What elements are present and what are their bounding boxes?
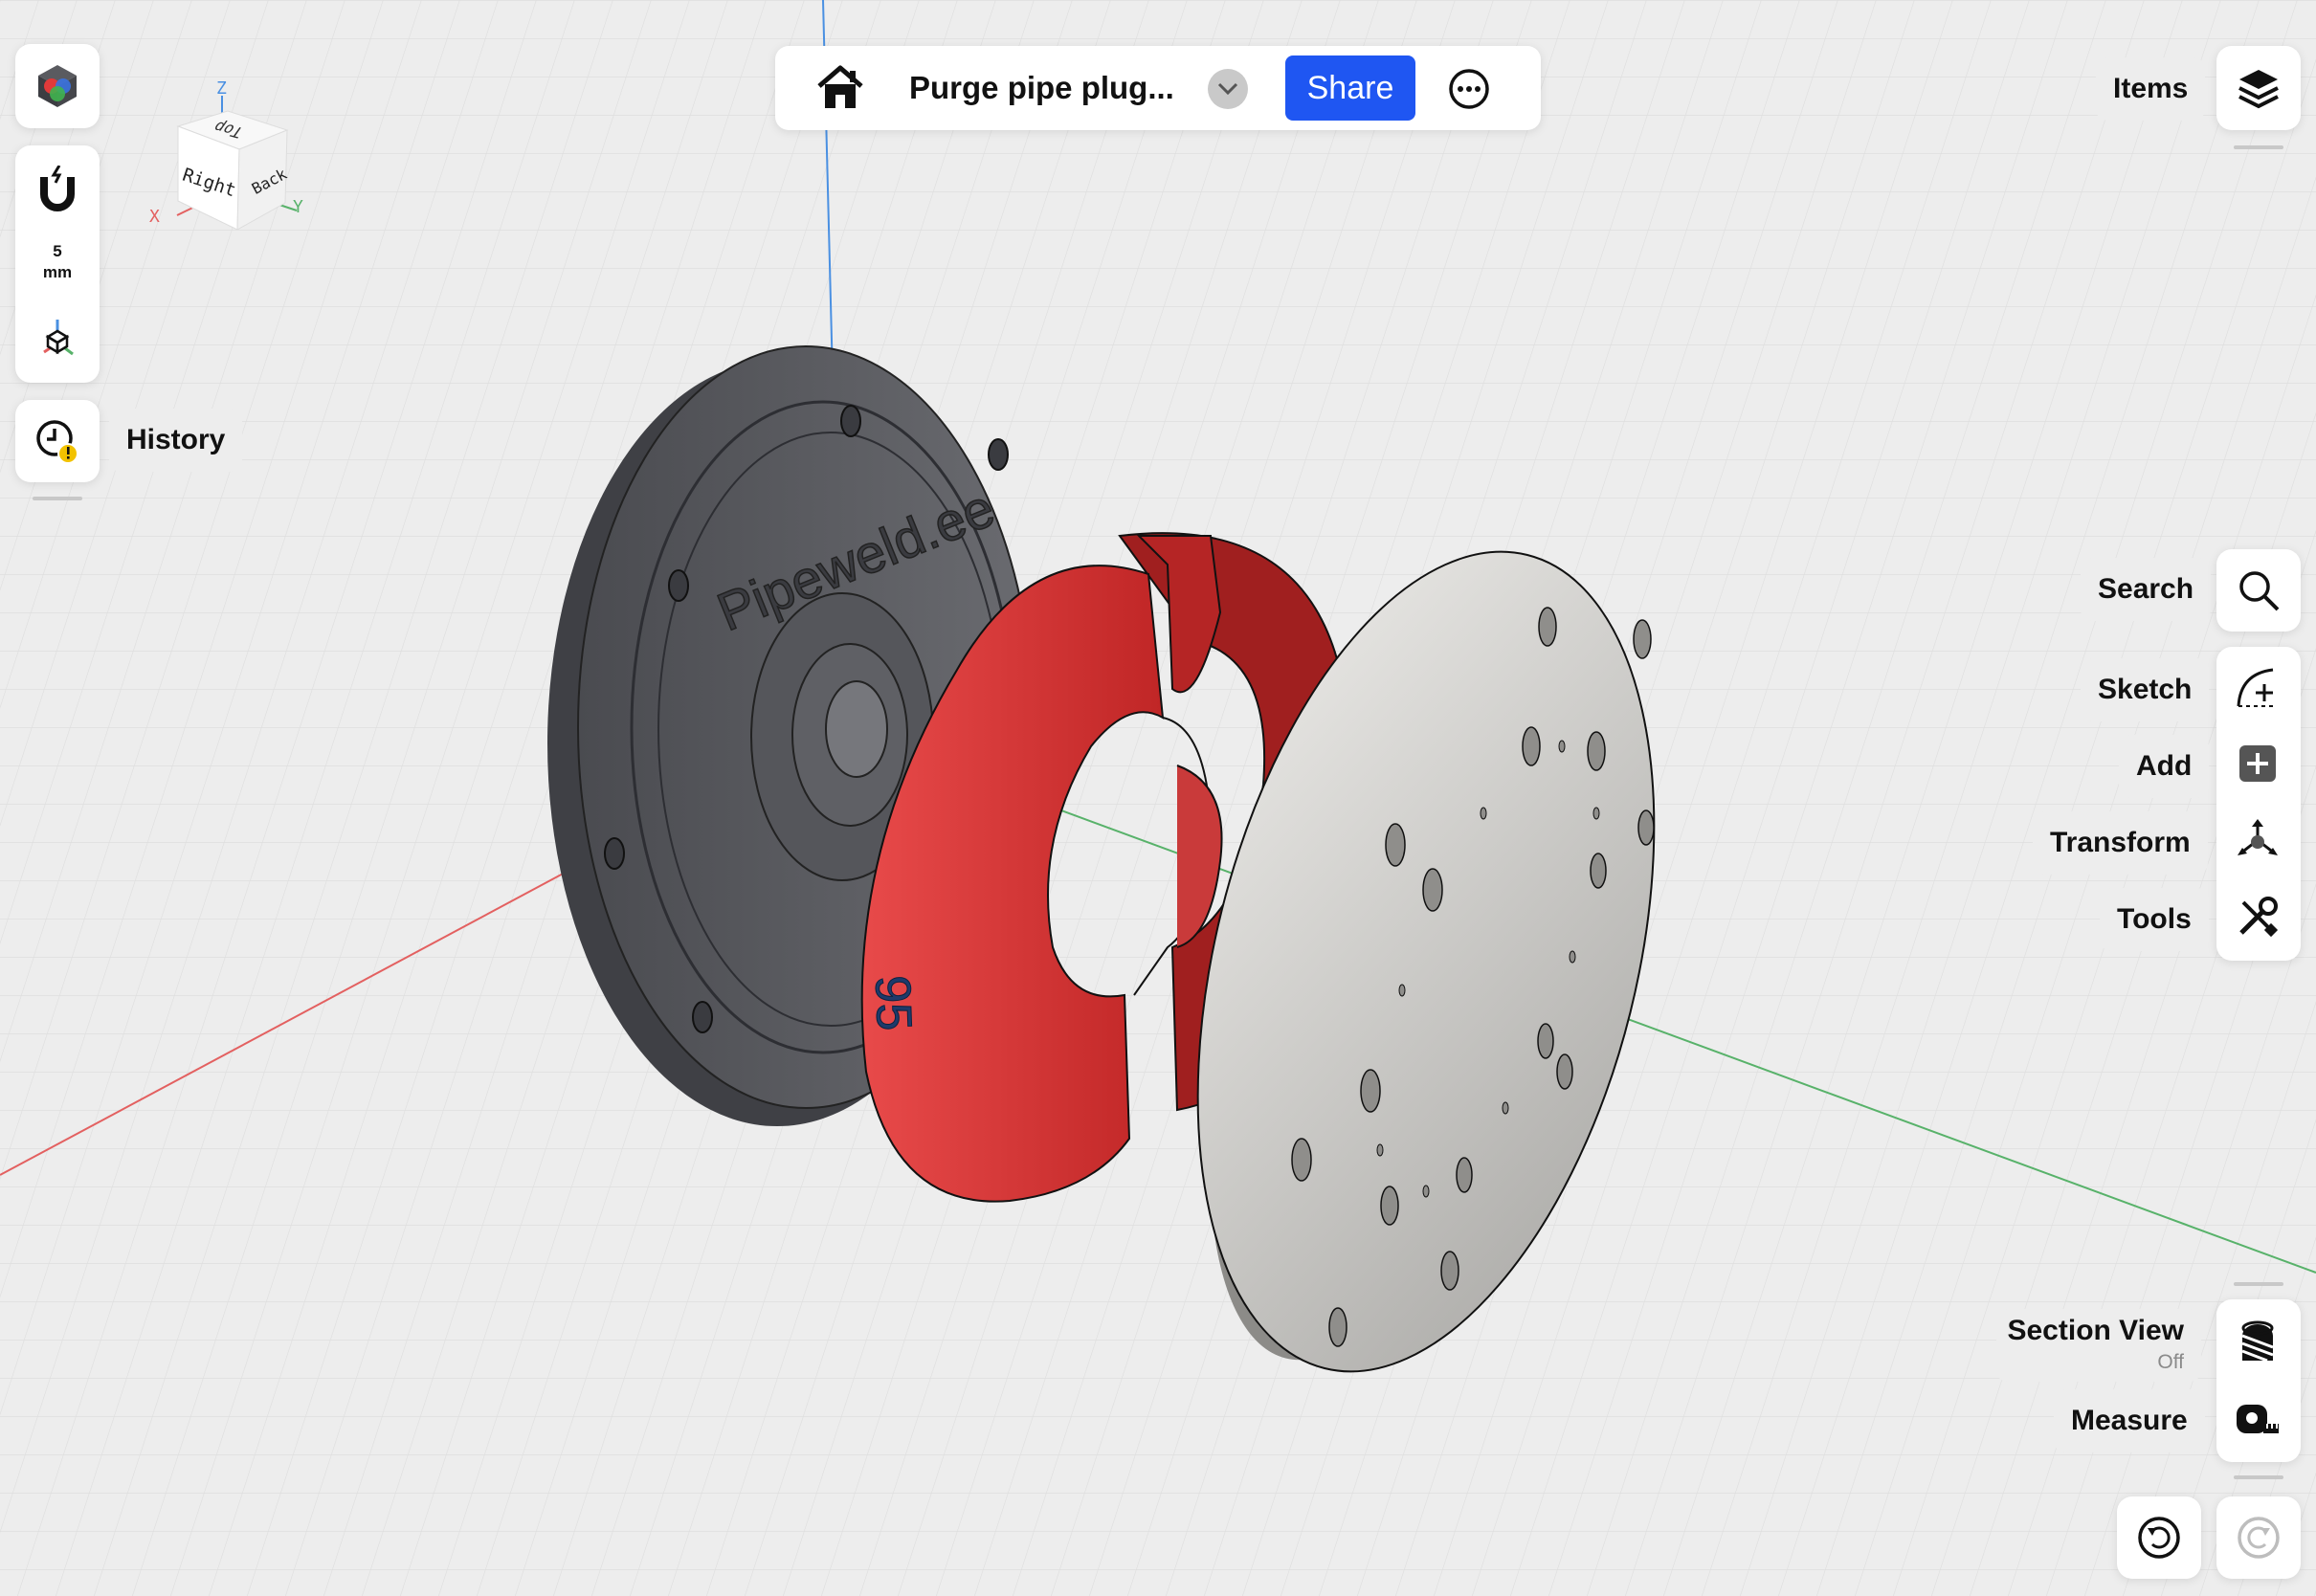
- tools-button[interactable]: [2216, 878, 2299, 955]
- section-view-icon: [2241, 1320, 2274, 1363]
- add-square-icon: [2239, 745, 2276, 782]
- sketch-label[interactable]: Sketch: [2081, 658, 2210, 721]
- search-icon: [2239, 571, 2280, 611]
- undo-icon: [2138, 1517, 2180, 1559]
- analysis-tools-panel: [2216, 1299, 2301, 1462]
- 3d-viewport[interactable]: Pipeweld.ee 95: [0, 0, 2316, 1596]
- more-options-icon: [1449, 69, 1489, 109]
- items-label[interactable]: Items: [2096, 57, 2206, 121]
- analysis-divider: [2234, 1282, 2283, 1286]
- sketch-icon: [2237, 668, 2277, 707]
- sketch-button[interactable]: [2216, 649, 2299, 725]
- snap-value: 5: [53, 242, 62, 260]
- section-view-label-block[interactable]: Section View Off: [1996, 1309, 2201, 1382]
- undo-button[interactable]: [2117, 1496, 2201, 1579]
- snap-toggle-button[interactable]: [15, 155, 100, 222]
- left-toolbar-divider: [33, 497, 82, 500]
- appearance-button[interactable]: [15, 44, 100, 128]
- items-button[interactable]: [2216, 46, 2301, 130]
- add-label[interactable]: Add: [2119, 735, 2210, 798]
- redo-icon: [2238, 1517, 2280, 1559]
- more-options-button[interactable]: [1445, 65, 1493, 113]
- document-bar: Purge pipe plug... Share: [775, 46, 1541, 130]
- snap-unit: mm: [42, 263, 73, 281]
- snap-increment[interactable]: 5 mm: [15, 241, 100, 283]
- wrench-screwdriver-icon: [2239, 897, 2279, 938]
- coordinate-system-button[interactable]: [15, 310, 100, 367]
- search-button[interactable]: [2216, 549, 2301, 632]
- creation-tools-panel: [2216, 647, 2301, 961]
- tools-label[interactable]: Tools: [2100, 888, 2209, 951]
- history-label[interactable]: History: [109, 409, 243, 472]
- view-cube-z-label: Z: [216, 78, 227, 99]
- home-button[interactable]: [813, 63, 867, 113]
- section-view-label: Section View: [2007, 1315, 2184, 1346]
- document-menu-chevron[interactable]: [1208, 69, 1248, 109]
- add-button[interactable]: [2216, 725, 2299, 802]
- share-button[interactable]: Share: [1285, 55, 1415, 121]
- document-title[interactable]: Purge pipe plug...: [909, 67, 1174, 109]
- search-label[interactable]: Search: [2081, 558, 2212, 621]
- view-cube-x-label: X: [149, 207, 160, 227]
- transform-button[interactable]: [2216, 802, 2299, 878]
- measure-button[interactable]: [2216, 1382, 2299, 1458]
- snap-panel: 5 mm: [15, 145, 100, 383]
- transform-label[interactable]: Transform: [2033, 811, 2208, 875]
- size-text: 95: [864, 974, 922, 1031]
- home-icon: [817, 65, 863, 108]
- items-divider: [2234, 145, 2283, 149]
- view-cube-y-label: Y: [293, 197, 303, 217]
- redo-button[interactable]: [2216, 1496, 2301, 1579]
- magnet-icon: [40, 166, 75, 211]
- history-button[interactable]: [15, 400, 100, 482]
- layers-icon: [2238, 70, 2279, 109]
- history-clock-icon: [36, 420, 78, 464]
- section-view-state: Off: [2157, 1351, 2184, 1373]
- transform-icon: [2238, 819, 2278, 855]
- cube-color-icon: [38, 65, 77, 107]
- view-cube[interactable]: Z X Y Top Right Back: [144, 77, 316, 239]
- axes-cube-icon: [43, 320, 74, 356]
- tape-measure-icon: [2237, 1405, 2279, 1433]
- grid-floor: [0, 0, 2316, 1596]
- measure-label[interactable]: Measure: [2054, 1389, 2205, 1452]
- section-view-button[interactable]: [2216, 1303, 2299, 1380]
- chevron-down-icon: [1217, 82, 1238, 96]
- undo-divider: [2234, 1475, 2283, 1479]
